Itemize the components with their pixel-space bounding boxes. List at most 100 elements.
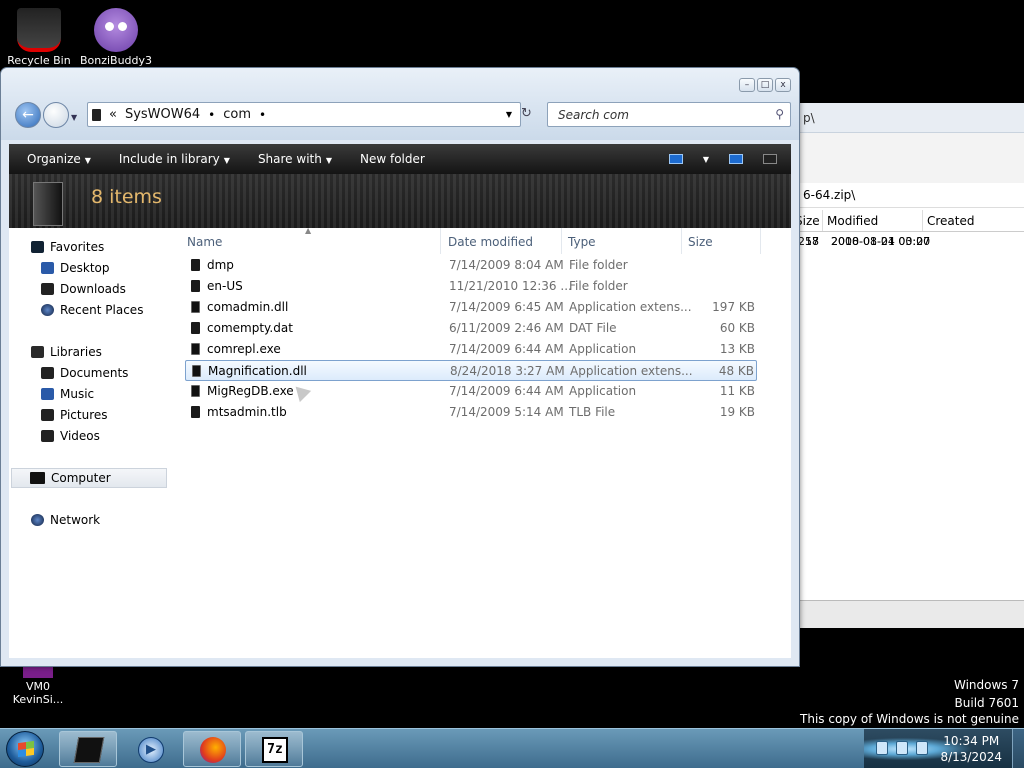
explorer-window[interactable]: – □ x ← ▼ « SysWOW64 • com • ▼ ↻ Search … — [0, 67, 800, 667]
file-row[interactable]: mtsadmin.tlb 7/14/2009 5:14 AM TLB File 19 … — [185, 402, 757, 423]
system-tray: 10:34 PM 8/13/2024 — [864, 729, 1024, 768]
refresh-icon[interactable]: ↻ — [521, 106, 532, 121]
file-name: en-US — [207, 279, 243, 293]
file-row[interactable]: comadmin.dll 7/14/2009 6:45 AM Application… — [185, 297, 757, 318]
bg-col-modified[interactable]: Modified — [823, 210, 923, 231]
chevron-down-icon[interactable]: ▼ — [703, 155, 709, 164]
clock[interactable]: 10:34 PM 8/13/2024 — [940, 733, 1002, 765]
breadcrumb-com[interactable]: com — [223, 107, 251, 122]
new-folder-button[interactable]: New folder — [342, 152, 435, 166]
item-count: 8 items — [91, 186, 162, 208]
folder-icon — [191, 280, 200, 292]
nav-label: Network — [50, 513, 101, 527]
preview-pane-icon[interactable] — [729, 154, 743, 164]
bonzibuddy-icon — [94, 8, 138, 52]
column-size[interactable]: Size — [686, 228, 761, 254]
file-size: 197 KB — [712, 300, 755, 314]
breadcrumb-overflow[interactable]: « — [109, 107, 117, 122]
back-button[interactable]: ← — [15, 102, 41, 128]
breadcrumb-syswow64[interactable]: SysWOW64 — [125, 107, 200, 122]
videos-icon — [41, 430, 54, 442]
nav-favorites[interactable]: Favorites — [31, 240, 104, 254]
bg-path-text: 6-64.zip\ — [803, 188, 856, 202]
address-history-dropdown[interactable]: ▼ — [506, 110, 512, 119]
file-date-modified: 7/14/2009 6:44 AM — [449, 342, 564, 356]
help-icon[interactable] — [763, 154, 777, 164]
nav-music[interactable]: Music — [41, 387, 94, 401]
new-folder-label: New folder — [360, 152, 425, 166]
file-type: File folder — [569, 258, 628, 272]
change-view-icon[interactable] — [668, 154, 683, 164]
nav-label: Recent Places — [60, 303, 144, 317]
nav-videos[interactable]: Videos — [41, 429, 100, 443]
file-date-modified: 8/24/2018 3:27 AM — [450, 364, 565, 378]
background-7zip-window[interactable]: p\ 6-64.zip\ Size Modified Created 58 20… — [790, 103, 1024, 628]
share-with-label: Share with — [257, 152, 322, 166]
action-center-icon[interactable] — [876, 741, 888, 755]
file-row[interactable]: comrepl.exe 7/14/2009 6:44 AM Application 1… — [185, 339, 757, 360]
file-type: Application extens... — [570, 364, 693, 378]
details-banner: 8 items — [9, 174, 791, 228]
desktop-icon — [41, 262, 54, 274]
nav-recent-places[interactable]: Recent Places — [41, 303, 143, 317]
search-icon[interactable]: ⚲ — [775, 107, 784, 121]
search-input[interactable]: Search com ⚲ — [547, 102, 791, 127]
file-row[interactable]: MigRegDB.exe 7/14/2009 6:44 AM Application… — [185, 381, 757, 402]
taskbar-media-player[interactable]: ▶ — [121, 731, 179, 767]
file-type: Application extens... — [569, 300, 692, 314]
taskbar-firefox[interactable] — [183, 731, 241, 767]
show-desktop-button[interactable] — [1012, 729, 1024, 768]
file-size: 11 KB — [719, 384, 755, 398]
minimize-button[interactable]: – — [739, 78, 755, 92]
close-button[interactable]: x — [775, 78, 791, 92]
file-date-modified: 6/11/2009 2:46 AM — [449, 321, 564, 335]
breadcrumb-separator-icon[interactable]: • — [259, 108, 266, 122]
recent-pages-dropdown[interactable]: ▼ — [71, 113, 77, 122]
column-date-modified[interactable]: Date modified — [446, 228, 562, 254]
taskbar: ▶ 7z 10:34 PM 8/13/2024 — [0, 728, 1024, 768]
bg-row[interactable]: 217 2018-08-24 03:27 — [791, 232, 1024, 252]
file-date-modified: 7/14/2009 6:45 AM — [449, 300, 564, 314]
nav-label: Pictures — [60, 408, 108, 422]
organize-button[interactable]: Organize ▼ — [9, 152, 101, 166]
file-row[interactable]: Magnification.dll 8/24/2018 3:27 AM Applic… — [185, 360, 757, 381]
pictures-icon — [41, 409, 54, 421]
breadcrumb-separator-icon[interactable]: • — [208, 108, 215, 122]
nav-pictures[interactable]: Pictures — [41, 408, 108, 422]
dll-icon — [192, 365, 201, 377]
share-with-button[interactable]: Share with ▼ — [240, 152, 342, 166]
file-date-modified: 7/14/2009 5:14 AM — [449, 405, 564, 419]
nav-downloads[interactable]: Downloads — [41, 282, 126, 296]
file-name: mtsadmin.tlb — [207, 405, 287, 419]
nav-computer[interactable]: Computer — [11, 468, 167, 488]
include-in-library-button[interactable]: Include in library ▼ — [101, 152, 240, 166]
file-row[interactable]: en-US 11/21/2010 12:36 ... File folder — [185, 276, 757, 297]
nav-label: Libraries — [50, 345, 102, 359]
taskbar-explorer[interactable] — [59, 731, 117, 767]
file-row[interactable]: dmp 7/14/2009 8:04 AM File folder — [185, 255, 757, 276]
nav-label: Favorites — [50, 240, 105, 254]
taskbar-7zip[interactable]: 7z — [245, 731, 303, 767]
start-button[interactable] — [6, 731, 44, 767]
documents-icon — [41, 367, 54, 379]
forward-button[interactable] — [43, 102, 69, 128]
windows-version: Windows 7 — [953, 678, 1019, 692]
network-tray-icon[interactable] — [896, 741, 908, 755]
nav-network[interactable]: Network — [31, 513, 100, 527]
file-type: DAT File — [569, 321, 617, 335]
maximize-button[interactable]: □ — [757, 78, 773, 92]
bg-col-created[interactable]: Created — [923, 210, 1023, 231]
file-row[interactable]: comempty.dat 6/11/2009 2:46 AM DAT File 60 … — [185, 318, 757, 339]
column-name[interactable]: Name — [185, 228, 441, 254]
nav-documents[interactable]: Documents — [41, 366, 128, 380]
bg-toolbar — [791, 133, 1024, 183]
desktop-icon-bonzibuddy[interactable]: BonziBuddy3 — [78, 8, 154, 67]
nav-libraries[interactable]: Libraries — [31, 345, 102, 359]
chevron-down-icon: ▼ — [84, 156, 91, 165]
volume-icon[interactable] — [916, 741, 928, 755]
address-bar[interactable]: « SysWOW64 • com • ▼ — [87, 102, 521, 127]
column-type[interactable]: Type — [566, 228, 682, 254]
bg-address-text: p\ — [803, 111, 815, 125]
desktop-icon-recycle-bin[interactable]: Recycle Bin — [1, 8, 77, 67]
nav-desktop[interactable]: Desktop — [41, 261, 110, 275]
